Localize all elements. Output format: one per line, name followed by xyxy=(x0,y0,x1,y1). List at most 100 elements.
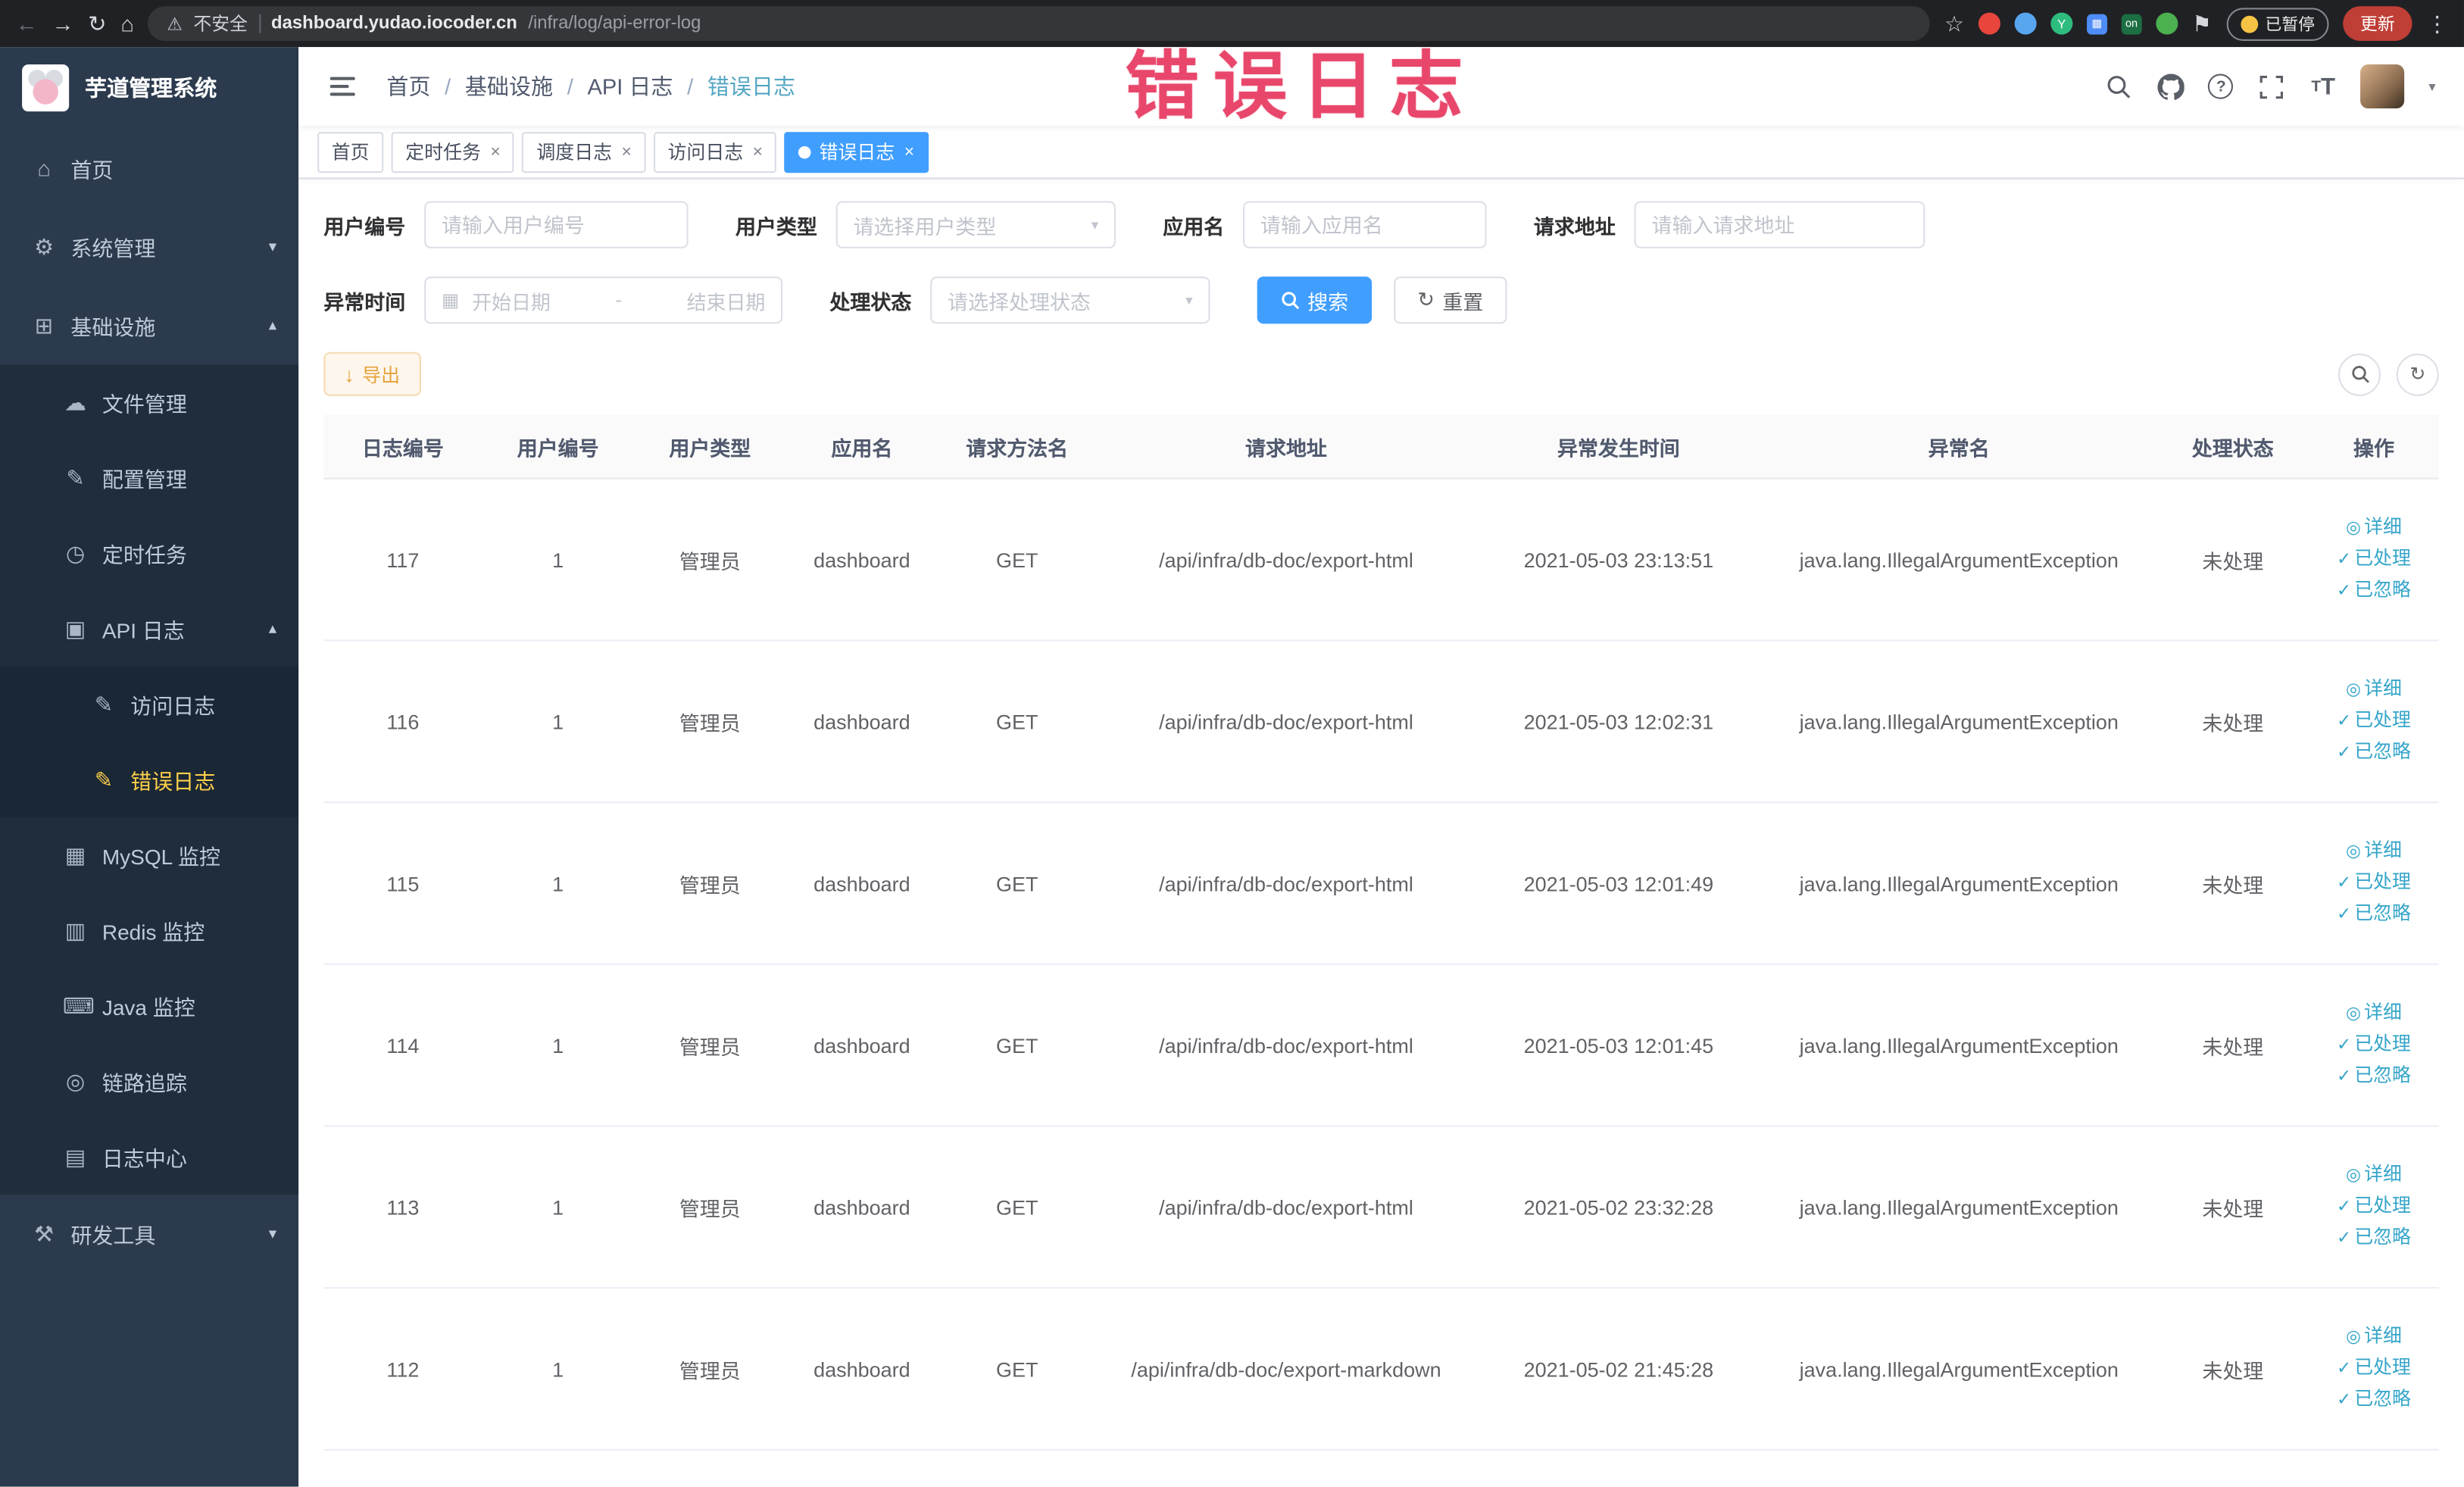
close-icon[interactable]: × xyxy=(621,142,631,161)
user-type-select[interactable]: 请选择用户类型 ▾ xyxy=(835,201,1116,248)
mark-ignored-link[interactable]: ✓ 已忽略 xyxy=(2315,575,2432,606)
mark-ignored-link[interactable]: ✓ 已忽略 xyxy=(2315,899,2432,930)
paused-badge[interactable]: 已暂停 xyxy=(2225,7,2329,40)
detail-link[interactable]: ◎ 详细 xyxy=(2315,998,2432,1029)
user-id-input[interactable] xyxy=(424,201,689,248)
mark-ignored-link[interactable]: ✓ 已忽略 xyxy=(2315,737,2432,768)
process-status-select[interactable]: 请选择处理状态 ▾ xyxy=(930,276,1210,324)
extension-icon[interactable] xyxy=(1978,12,2000,35)
avatar[interactable] xyxy=(2361,64,2406,109)
detail-link[interactable]: ◎ 详细 xyxy=(2315,1160,2432,1191)
search-icon[interactable] xyxy=(2105,72,2133,100)
bookmark-star-icon[interactable]: ☆ xyxy=(1944,13,1964,35)
font-size-icon[interactable]: TT xyxy=(2309,72,2338,100)
close-icon[interactable]: × xyxy=(490,142,500,161)
github-icon[interactable] xyxy=(2156,72,2184,100)
search-button[interactable]: 搜索 xyxy=(1257,276,1373,324)
fullscreen-icon[interactable] xyxy=(2257,72,2285,100)
sidebar-item-api-log[interactable]: ▣ API 日志 ▴ xyxy=(0,591,299,667)
mark-ignored-link[interactable]: ✓ 已忽略 xyxy=(2315,1385,2432,1416)
tab-access-log[interactable]: 访问日志 × xyxy=(653,131,777,173)
sidebar-item-infra[interactable]: ⊞ 基础设施 ▴ xyxy=(0,286,298,365)
detail-link[interactable]: ◎ 详细 xyxy=(2315,674,2432,705)
eye-icon: ◎ xyxy=(2345,680,2361,700)
table-row[interactable]: 117 1 管理员 dashboard GET /api/infra/db-do… xyxy=(323,478,2439,642)
cache-icon: ▥ xyxy=(64,917,86,942)
calendar-icon: ▦ xyxy=(441,289,460,311)
request-url-input[interactable] xyxy=(1634,201,1925,248)
extensions-puzzle-icon[interactable]: ⚑ xyxy=(2192,13,2212,35)
sidebar-item-log-center[interactable]: ▤ 日志中心 xyxy=(0,1119,299,1195)
sidebar-item-redis[interactable]: ▥ Redis 监控 xyxy=(0,892,299,968)
divider xyxy=(258,14,261,33)
table-row[interactable]: 116 1 管理员 dashboard GET /api/infra/db-do… xyxy=(323,640,2439,804)
logo[interactable]: 芋道管理系统 xyxy=(0,47,298,129)
tab-job[interactable]: 定时任务 × xyxy=(391,131,515,173)
col-request-url: 请求地址 xyxy=(1096,414,1476,480)
reload-icon[interactable]: ↻ xyxy=(88,13,106,35)
mark-processed-link[interactable]: ✓ 已处理 xyxy=(2315,1353,2432,1384)
mark-processed-link[interactable]: ✓ 已处理 xyxy=(2315,867,2432,898)
check-icon: ✓ xyxy=(2336,1229,2352,1248)
chevron-up-icon: ▴ xyxy=(268,317,277,334)
close-icon[interactable]: × xyxy=(753,142,763,161)
filter-row-1: 用户编号 用户类型 请选择用户类型 ▾ 应用名 xyxy=(323,201,2438,248)
tab-job-log[interactable]: 调度日志 × xyxy=(522,131,646,173)
app-name-input[interactable] xyxy=(1243,201,1487,248)
sidebar-item-trace[interactable]: ◎ 链路追踪 xyxy=(0,1043,299,1120)
mark-processed-link[interactable]: ✓ 已处理 xyxy=(2315,1029,2432,1061)
cell-method: GET xyxy=(938,478,1097,642)
address-bar[interactable]: ⚠ 不安全 dashboard.yudao.iocoder.cn/infra/l… xyxy=(148,6,1931,41)
mark-ignored-link[interactable]: ✓ 已忽略 xyxy=(2315,1223,2432,1254)
extension-leaf-icon[interactable] xyxy=(2156,12,2178,35)
reset-button[interactable]: ↻ 重置 xyxy=(1394,276,1507,324)
forward-icon[interactable]: → xyxy=(52,13,73,35)
extension-icon[interactable]: Y xyxy=(2050,12,2073,35)
extension-icon[interactable]: ▦ xyxy=(2086,13,2107,34)
cell-user-id: 1 xyxy=(482,1126,634,1289)
mark-processed-link[interactable]: ✓ 已处理 xyxy=(2315,1192,2432,1223)
search-toggle-button[interactable] xyxy=(2338,352,2381,395)
table-row[interactable]: 114 1 管理员 dashboard GET /api/infra/db-do… xyxy=(323,964,2439,1127)
sidebar-item-dev-tools[interactable]: ⚒ 研发工具 ▾ xyxy=(0,1195,298,1273)
detail-link[interactable]: ◎ 详细 xyxy=(2315,1322,2432,1353)
browser-menu-icon[interactable]: ⋮ xyxy=(2426,13,2448,35)
breadcrumb-api-log[interactable]: API 日志 xyxy=(587,70,673,102)
table-row[interactable]: 113 1 管理员 dashboard GET /api/infra/db-do… xyxy=(323,1126,2439,1289)
breadcrumb-infra[interactable]: 基础设施 xyxy=(465,70,553,102)
detail-link[interactable]: ◎ 详细 xyxy=(2315,836,2432,867)
cell-log-id: 117 xyxy=(323,478,482,642)
sidebar-item-access-log[interactable]: ✎ 访问日志 xyxy=(0,666,299,742)
detail-link[interactable]: ◎ 详细 xyxy=(2315,512,2432,543)
extension-icon[interactable] xyxy=(2014,12,2037,35)
refresh-button[interactable]: ↻ xyxy=(2396,352,2439,395)
sidebar-item-home[interactable]: ⌂ 首页 xyxy=(0,129,298,208)
update-button[interactable]: 更新 xyxy=(2343,6,2412,41)
tab-error-log[interactable]: 错误日志 × xyxy=(785,131,929,173)
sidebar-item-mysql[interactable]: ▦ MySQL 监控 xyxy=(0,817,299,893)
help-icon[interactable]: ? xyxy=(2208,73,2234,99)
mark-processed-link[interactable]: ✓ 已处理 xyxy=(2315,705,2432,736)
annotation-text: 错误日志 xyxy=(1125,44,1478,128)
mark-ignored-link[interactable]: ✓ 已忽略 xyxy=(2315,1061,2432,1092)
tab-home[interactable]: 首页 xyxy=(317,131,384,173)
exception-time-range[interactable]: ▦ 开始日期 - 结束日期 xyxy=(424,276,783,324)
breadcrumb-home[interactable]: 首页 xyxy=(386,70,430,102)
table-row[interactable]: 115 1 管理员 dashboard GET /api/infra/db-do… xyxy=(323,802,2439,965)
chevron-down-icon[interactable]: ▾ xyxy=(2428,78,2435,95)
browser-home-icon[interactable]: ⌂ xyxy=(120,13,134,35)
sidebar-item-error-log[interactable]: ✎ 错误日志 xyxy=(0,742,299,817)
table-row[interactable]: 112 1 管理员 dashboard GET /api/infra/db-do… xyxy=(323,1288,2439,1451)
extension-on-icon[interactable]: on xyxy=(2121,13,2142,34)
export-button[interactable]: ↓ 导出 xyxy=(323,351,420,396)
sidebar-item-java[interactable]: ⌨ Java 监控 xyxy=(0,967,299,1044)
sidebar-item-job[interactable]: ◷ 定时任务 xyxy=(0,515,299,592)
sidebar-item-system[interactable]: ⚙ 系统管理 ▾ xyxy=(0,208,298,286)
hamburger-icon[interactable] xyxy=(323,70,361,102)
back-icon[interactable]: ← xyxy=(16,13,38,35)
sidebar-item-file[interactable]: ☁ 文件管理 xyxy=(0,364,299,440)
sidebar: 芋道管理系统 ⌂ 首页 ⚙ 系统管理 ▾ ⊞ 基础设施 ▴ ☁ 文件管理 ✎ 配… xyxy=(0,47,299,1487)
close-icon[interactable]: × xyxy=(904,142,914,161)
mark-processed-link[interactable]: ✓ 已处理 xyxy=(2315,544,2432,575)
sidebar-item-config[interactable]: ✎ 配置管理 xyxy=(0,439,299,516)
